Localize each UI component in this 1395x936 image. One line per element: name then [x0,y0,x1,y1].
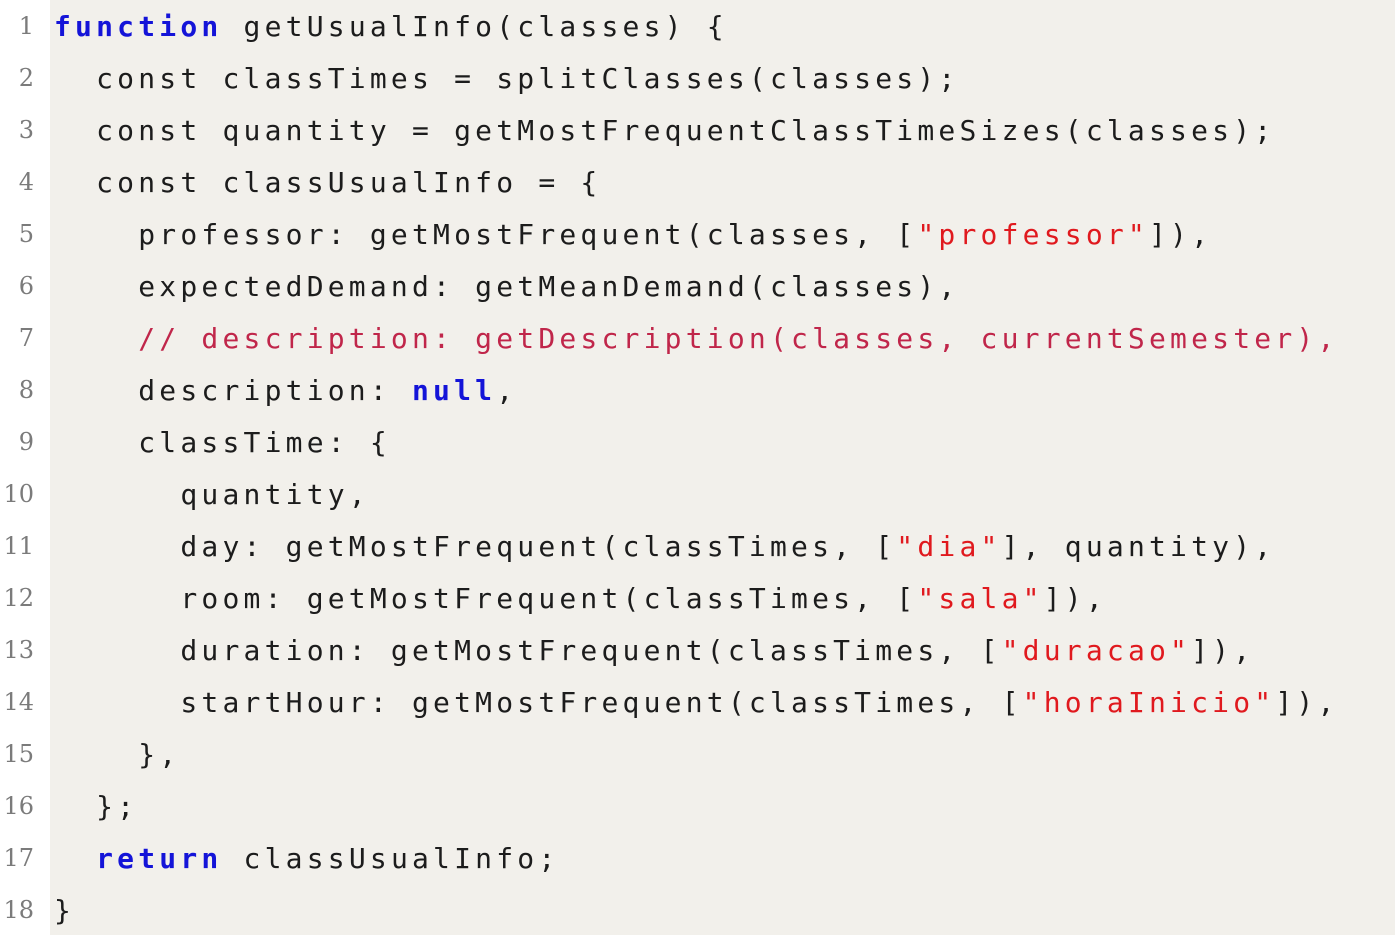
line-number: 4 [18,168,34,196]
line-number: 18 [3,896,34,924]
code-line: 13 duration: getMostFrequent(classTimes,… [0,624,1395,676]
code-token: const classTimes = splitClasses(classes)… [54,61,960,95]
code-line: 11 day: getMostFrequent(classTimes, ["di… [0,520,1395,572]
line-number: 16 [3,792,34,820]
code-text: expectedDemand: getMeanDemand(classes), [54,270,959,303]
line-number: 15 [3,740,34,768]
code-line: 4 const classUsualInfo = { [0,156,1395,208]
code-text: return classUsualInfo; [54,842,559,875]
code-token: room: getMostFrequent(classTimes, [ [54,581,918,615]
code-line: 6 expectedDemand: getMeanDemand(classes)… [0,260,1395,312]
code-line: 5 professor: getMostFrequent(classes, ["… [0,208,1395,260]
code-line: 3 const quantity = getMostFrequentClassT… [0,104,1395,156]
keyword-token: null [411,373,497,407]
line-number: 12 [3,584,34,612]
code-line: 17 return classUsualInfo; [0,832,1395,884]
string-token: "dia" [896,529,1002,563]
code-token: description: [54,373,412,407]
code-text: // description: getDescription(classes, … [54,322,1339,355]
code-text: room: getMostFrequent(classTimes, ["sala… [54,582,1107,615]
line-number: 11 [3,532,34,560]
code-text: classTime: { [54,426,391,459]
code-token: ]), [1149,217,1213,251]
code-token: day: getMostFrequent(classTimes, [ [54,529,897,563]
line-number: 1 [18,12,34,40]
code-token: ]), [1275,685,1339,719]
code-token: ]), [1043,581,1107,615]
line-number: 7 [18,324,34,352]
keyword-token: return [96,841,223,875]
code-text: duration: getMostFrequent(classTimes, ["… [54,634,1254,667]
code-line: 2 const classTimes = splitClasses(classe… [0,52,1395,104]
code-token: getUsualInfo(classes) { [222,9,728,43]
keyword-token: function [54,9,223,43]
code-line: 15 }, [0,728,1395,780]
code-token: classUsualInfo; [222,841,560,875]
code-line: 12 room: getMostFrequent(classTimes, ["s… [0,572,1395,624]
code-token: , [496,373,518,407]
code-text: startHour: getMostFrequent(classTimes, [… [54,686,1339,719]
code-text: quantity, [54,478,370,511]
code-text: const quantity = getMostFrequentClassTim… [54,114,1275,147]
code-token: ], quantity), [1001,529,1276,563]
code-text: const classTimes = splitClasses(classes)… [54,62,959,95]
code-token: }; [54,789,139,823]
comment-token: // description: getDescription(classes, … [54,321,1339,355]
string-token: "horaInicio" [1022,685,1276,719]
code-text: const classUsualInfo = { [54,166,602,199]
code-token: }, [54,737,181,771]
code-token: professor: getMostFrequent(classes, [ [54,217,918,251]
code-line: 16 }; [0,780,1395,832]
line-number: 8 [18,376,34,404]
line-number: 14 [3,688,34,716]
line-number: 3 [18,116,34,144]
line-number: 17 [3,844,34,872]
code-token: classTime: { [54,425,391,459]
code-token: ]), [1191,633,1255,667]
string-token: "professor" [917,217,1149,251]
code-listing: 1 function getUsualInfo(classes) { 2 const… [0,0,1395,935]
code-line: 8 description: null, [0,364,1395,416]
code-line: 10 quantity, [0,468,1395,520]
code-text: professor: getMostFrequent(classes, ["pr… [54,218,1212,251]
code-line: 14 startHour: getMostFrequent(classTimes… [0,676,1395,728]
line-number: 9 [18,428,34,456]
line-number: 6 [18,272,34,300]
line-number: 13 [3,636,34,664]
code-token: expectedDemand: getMeanDemand(classes), [54,269,960,303]
code-text: }; [54,790,138,823]
line-number: 5 [18,220,34,248]
code-line: 9 classTime: { [0,416,1395,468]
code-text: day: getMostFrequent(classTimes, ["dia"]… [54,530,1275,563]
code-text: function getUsualInfo(classes) { [54,10,728,43]
code-text: description: null, [54,374,517,407]
string-token: "sala" [917,581,1044,615]
code-text: }, [54,738,180,771]
code-token: const classUsualInfo = { [54,165,602,199]
code-line: 18} [0,884,1395,936]
string-token: "duracao" [1001,633,1192,667]
code-line: 1 function getUsualInfo(classes) { [0,0,1395,52]
code-token: startHour: getMostFrequent(classTimes, [ [54,685,1023,719]
code-line: 7 // description: getDescription(classes… [0,312,1395,364]
code-token: const quantity = getMostFrequentClassTim… [54,113,1276,147]
code-token: } [54,893,76,927]
line-number: 2 [18,64,34,92]
code-text: } [54,894,75,927]
line-number: 10 [3,480,34,508]
code-token: quantity, [54,477,370,511]
code-token: duration: getMostFrequent(classTimes, [ [54,633,1002,667]
